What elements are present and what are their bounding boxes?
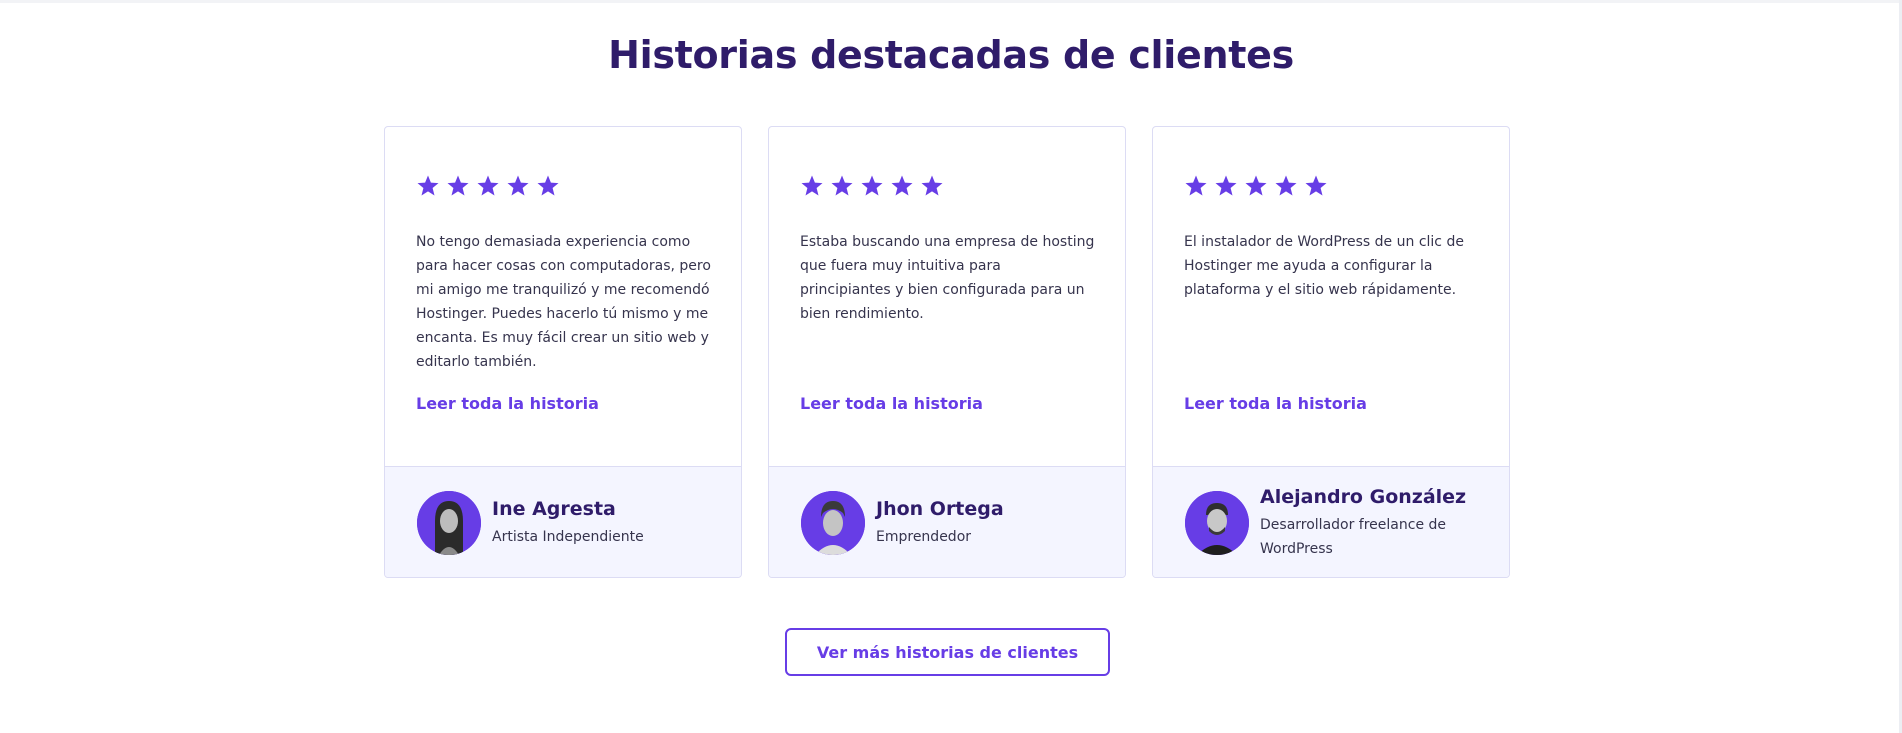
testimonial-quote: No tengo demasiada experiencia como para… xyxy=(416,234,711,370)
author-role: Artista Independiente xyxy=(492,529,644,545)
star-icon xyxy=(416,174,440,198)
avatar xyxy=(801,491,865,555)
read-full-story-link[interactable]: Leer toda la historia xyxy=(1184,394,1367,413)
star-rating xyxy=(800,174,944,198)
testimonial-card: Estaba buscando una empresa de hosting q… xyxy=(768,126,1126,578)
testimonial-quote: Estaba buscando una empresa de hosting q… xyxy=(800,234,1095,322)
more-customer-stories-button[interactable]: Ver más historias de clientes xyxy=(785,628,1110,676)
star-icon xyxy=(830,174,854,198)
testimonial-quote: El instalador de WordPress de un clic de… xyxy=(1184,234,1464,298)
author-name: Jhon Ortega xyxy=(876,498,1004,520)
star-icon xyxy=(800,174,824,198)
star-icon xyxy=(1274,174,1298,198)
star-rating xyxy=(1184,174,1328,198)
star-icon xyxy=(1214,174,1238,198)
section-title: Historias destacadas de clientes xyxy=(608,33,1294,77)
author-info: Ine Agresta Artista Independiente xyxy=(492,497,712,549)
top-divider xyxy=(0,0,1902,3)
read-full-story-link[interactable]: Leer toda la historia xyxy=(416,394,599,413)
star-icon xyxy=(920,174,944,198)
star-icon xyxy=(536,174,560,198)
author-footer: Ine Agresta Artista Independiente xyxy=(385,466,741,577)
testimonial-body: El instalador de WordPress de un clic de… xyxy=(1153,127,1509,467)
star-icon xyxy=(1244,174,1268,198)
testimonial-card: El instalador de WordPress de un clic de… xyxy=(1152,126,1510,578)
author-name: Ine Agresta xyxy=(492,498,616,520)
star-icon xyxy=(446,174,470,198)
read-full-story-link[interactable]: Leer toda la historia xyxy=(800,394,983,413)
star-rating xyxy=(416,174,560,198)
star-icon xyxy=(476,174,500,198)
avatar xyxy=(1185,491,1249,555)
star-icon xyxy=(890,174,914,198)
star-icon xyxy=(1184,174,1208,198)
author-info: Alejandro González Desarrollador freelan… xyxy=(1260,485,1480,561)
author-name: Alejandro González xyxy=(1260,486,1467,508)
star-icon xyxy=(506,174,530,198)
star-icon xyxy=(860,174,884,198)
author-role: Emprendedor xyxy=(876,529,972,545)
testimonial-card: No tengo demasiada experiencia como para… xyxy=(384,126,742,578)
testimonial-body: No tengo demasiada experiencia como para… xyxy=(385,127,741,467)
testimonial-body: Estaba buscando una empresa de hosting q… xyxy=(769,127,1125,467)
author-info: Jhon Ortega Emprendedor xyxy=(876,497,1096,549)
author-role: Desarrollador freelance de WordPress xyxy=(1260,517,1447,557)
avatar xyxy=(417,491,481,555)
star-icon xyxy=(1304,174,1328,198)
author-footer: Jhon Ortega Emprendedor xyxy=(769,466,1125,577)
author-footer: Alejandro González Desarrollador freelan… xyxy=(1153,466,1509,577)
